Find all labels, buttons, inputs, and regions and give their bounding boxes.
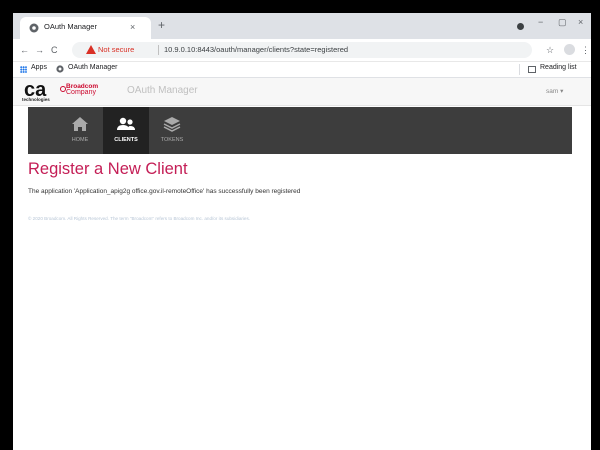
broadcom-company: Company (66, 89, 96, 96)
bookmark-apps[interactable]: Apps (31, 64, 47, 71)
maximize-button[interactable]: ▢ (558, 16, 567, 28)
minimize-button[interactable]: − (538, 16, 543, 28)
nav-clients-label: CLIENTS (114, 137, 138, 143)
ca-logo-subtitle: technologies (22, 97, 50, 102)
warning-icon (86, 45, 96, 54)
copyright-footer: © 2020 Broadcom. All Rights Reserved. Th… (28, 216, 251, 221)
browser-tab[interactable]: OAuth Manager × (20, 17, 151, 39)
chrome-favicon-icon (56, 65, 64, 73)
back-arrow-icon[interactable]: ← (20, 44, 29, 56)
bookmark-star-icon[interactable]: ☆ (546, 44, 554, 56)
forward-arrow-icon[interactable]: → (35, 44, 44, 56)
profile-avatar-icon[interactable] (564, 44, 575, 55)
bookmarks-divider (519, 64, 520, 75)
app-title[interactable]: OAuth Manager (127, 85, 198, 96)
browser-window: OAuth Manager × + − ▢ × ← → C Not secure… (13, 13, 591, 450)
url-text[interactable]: 10.9.0.10:8443/oauth/manager/clients?sta… (164, 45, 348, 54)
profile-indicator-icon[interactable] (517, 23, 524, 30)
close-window-button[interactable]: × (578, 16, 583, 28)
new-tab-button[interactable]: + (158, 18, 165, 32)
success-message: The application 'Application_apig2g offi… (28, 188, 301, 195)
app-header: ca technologies Broadcom Company OAuth M… (13, 78, 591, 106)
nav-home[interactable]: HOME (57, 107, 103, 154)
users-icon (117, 117, 135, 130)
nav-tokens[interactable]: TOKENS (149, 107, 195, 154)
layers-icon (163, 117, 181, 132)
nav-clients[interactable]: CLIENTS (103, 107, 149, 154)
more-menu-icon[interactable]: ⋮ (581, 44, 590, 56)
user-menu[interactable]: sam ▾ (546, 87, 563, 95)
page-title: Register a New Client (28, 160, 188, 178)
main-nav: HOME CLIENTS TOKENS (28, 107, 572, 154)
address-bar[interactable]: Not secure 10.9.0.10:8443/oauth/manager/… (72, 42, 532, 58)
apps-grid-icon[interactable] (20, 66, 27, 73)
reload-icon[interactable]: C (51, 44, 58, 56)
tab-close-icon[interactable]: × (130, 21, 135, 33)
address-toolbar: ← → C Not secure 10.9.0.10:8443/oauth/ma… (13, 39, 591, 62)
reading-list-button[interactable]: Reading list (540, 64, 577, 71)
omnibox-divider (158, 45, 159, 55)
bookmark-oauth-manager[interactable]: OAuth Manager (68, 64, 117, 71)
tab-title: OAuth Manager (44, 22, 97, 31)
chrome-favicon-icon (29, 23, 39, 33)
bookmarks-bar: Apps OAuth Manager Reading list (13, 62, 591, 78)
reading-list-icon (528, 66, 536, 73)
tab-strip: OAuth Manager × + − ▢ × (13, 13, 591, 39)
nav-tokens-label: TOKENS (160, 137, 184, 143)
security-status[interactable]: Not secure (98, 45, 134, 54)
home-icon (72, 117, 88, 131)
nav-home-label: HOME (71, 137, 89, 143)
